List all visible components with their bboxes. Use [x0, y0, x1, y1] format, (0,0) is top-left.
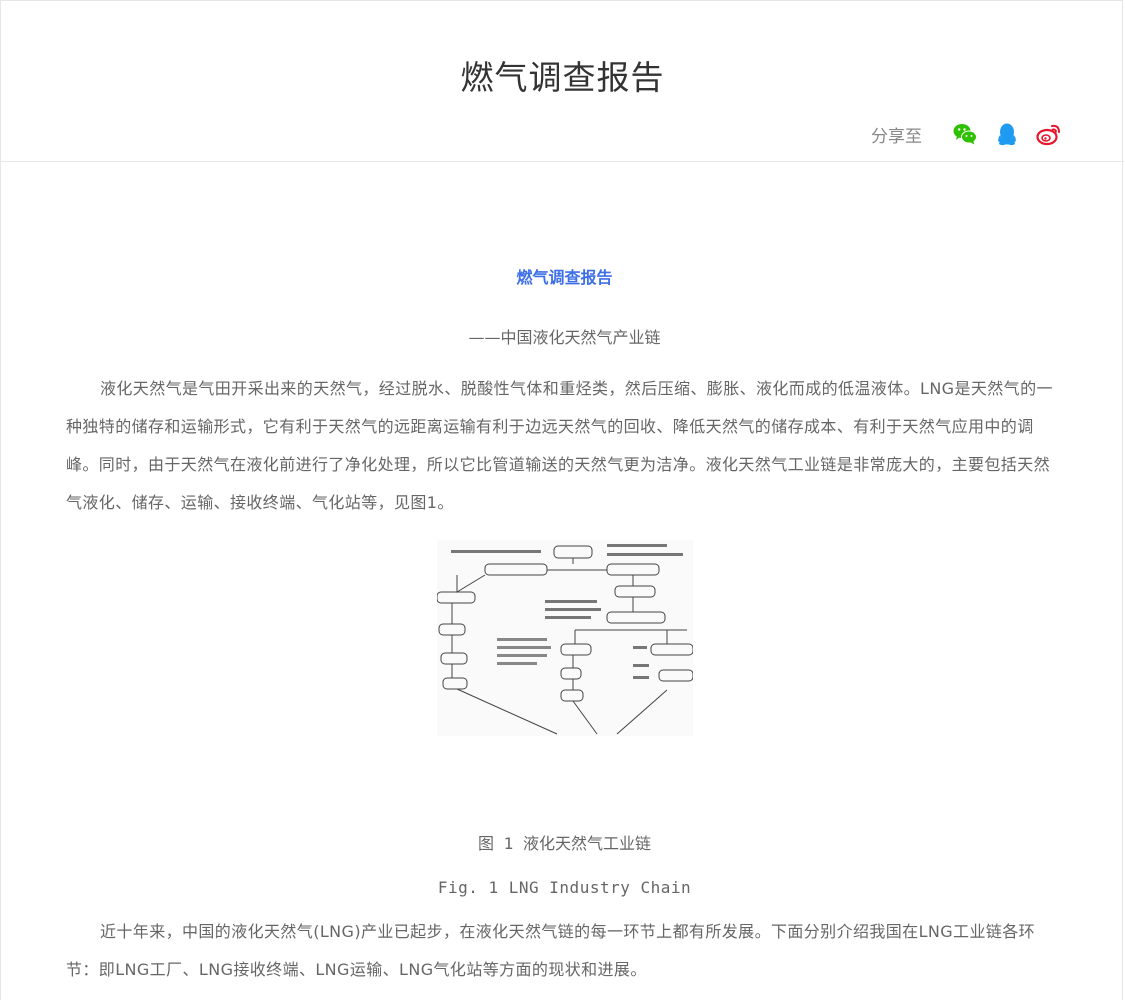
article-body: 燃气调查报告 ——中国液化天然气产业链 液化天然气是气田开采出来的天然气，经过脱… — [66, 246, 1063, 989]
page-title: 燃气调查报告 — [460, 58, 665, 97]
wechat-icon[interactable] — [952, 121, 978, 147]
article-subtitle: ——中国液化天然气产业链 — [468, 328, 661, 347]
figure-caption-en: Fig. 1 LNG Industry Chain — [437, 878, 692, 897]
page-frame: 燃气调查报告 分享至 燃气调查报告 ——中国液化天然气产业链 液化天然气是气田开… — [0, 0, 1124, 1000]
article-paragraph: 近十年来，中国的液化天然气(LNG)产业已起步，在液化天然气链的每一环节上都有所… — [66, 922, 1036, 979]
share-label: 分享至 — [871, 126, 922, 147]
qq-icon[interactable] — [994, 121, 1020, 147]
article-paragraph: 液化天然气是气田开采出来的天然气，经过脱水、脱酸性气体和重烃类，然后压缩、膨胀、… — [66, 379, 1053, 512]
lng-chain-diagram — [436, 544, 693, 735]
page-header: 燃气调查报告 分享至 — [1, 1, 1124, 162]
weibo-icon[interactable] — [1036, 121, 1062, 147]
article-title: 燃气调查报告 — [516, 268, 613, 287]
lng-chain-figure — [436, 540, 693, 736]
figure-caption-cn: 图 1 液化天然气工业链 — [478, 834, 651, 853]
share-bar: 分享至 — [871, 121, 1062, 147]
